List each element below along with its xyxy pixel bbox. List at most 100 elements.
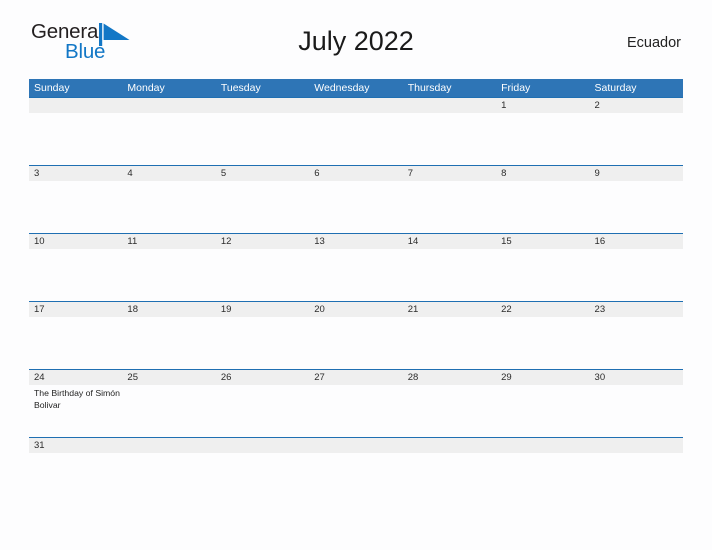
- day-number-cell[interactable]: 13: [309, 234, 402, 249]
- weekday-header-friday: Friday: [501, 82, 531, 94]
- day-number-cell-empty: [403, 438, 496, 453]
- day-number-cell-empty: [590, 438, 683, 453]
- day-number-cell[interactable]: 12: [216, 234, 309, 249]
- day-number-cell-empty: [403, 98, 496, 113]
- day-number-band: 24 25 26 27 28 29 30: [29, 370, 683, 385]
- weekday-header-tuesday: Tuesday: [220, 82, 261, 94]
- day-number-cell[interactable]: 31: [29, 438, 122, 453]
- weekday-header-row: Sunday Monday Tuesday Wednesday Thursday Frid…: [29, 79, 683, 97]
- weekday-header-monday: Monday: [127, 82, 165, 94]
- day-event-cell-empty: [216, 249, 309, 301]
- day-event-cell-empty: [496, 453, 589, 456]
- day-event-cell-empty: [496, 181, 589, 233]
- day-event-cell-empty: [403, 249, 496, 301]
- page-title: July 2022: [298, 26, 414, 56]
- day-number-cell[interactable]: 9: [590, 166, 683, 181]
- day-event-cell-empty: [122, 249, 215, 301]
- day-event-cell-empty: [29, 181, 122, 233]
- day-number-cell-empty: [29, 98, 122, 113]
- weekday-header-wednesday: Wednesday: [314, 82, 370, 94]
- day-number-cell-empty: [122, 438, 215, 453]
- day-number-cell[interactable]: 22: [496, 302, 589, 317]
- day-number-cell[interactable]: 10: [29, 234, 122, 249]
- day-number-cell[interactable]: 6: [309, 166, 402, 181]
- day-event-cell-empty: [496, 385, 589, 437]
- day-number-cell[interactable]: 18: [122, 302, 215, 317]
- calendar-weeks: 1 2 3 4 5 6 7 8 9 10 11 12 13 14 15 16 17 18 19 20 21 22 23 24 2…: [29, 97, 683, 453]
- day-number-cell[interactable]: 26: [216, 370, 309, 385]
- day-number-cell[interactable]: 29: [496, 370, 589, 385]
- day-number-cell-empty: [216, 98, 309, 113]
- day-number-cell[interactable]: 7: [403, 166, 496, 181]
- day-number-cell[interactable]: 28: [403, 370, 496, 385]
- calendar-grid: Sunday Monday Tuesday Wednesday Thursday Frid…: [29, 79, 683, 453]
- day-number-band: 31: [29, 438, 683, 453]
- day-number-band: 17 18 19 20 21 22 23: [29, 302, 683, 317]
- day-event-cell-empty: [29, 317, 122, 369]
- day-event-cell[interactable]: The Birthday of Simón Bolivar: [29, 385, 122, 437]
- day-event-cell-empty: [309, 181, 402, 233]
- calendar-week-row: 10 11 12 13 14 15 16: [29, 233, 683, 301]
- day-number-cell-empty: [496, 438, 589, 453]
- day-event-cell-empty: [496, 113, 589, 165]
- day-event-area: [29, 181, 683, 233]
- day-event-cell-empty: [122, 317, 215, 369]
- day-event-area: [29, 317, 683, 369]
- calendar-week-row: 3456789: [29, 165, 683, 233]
- day-event-cell-empty: [216, 113, 309, 165]
- day-number-cell[interactable]: 4: [122, 166, 215, 181]
- day-event-cell-empty: [403, 181, 496, 233]
- day-event-cell-empty: [590, 181, 683, 233]
- day-event-cell-empty: [309, 317, 402, 369]
- day-number-cell[interactable]: 20: [309, 302, 402, 317]
- day-number-cell[interactable]: 16: [590, 234, 683, 249]
- day-event-cell-empty: [29, 249, 122, 301]
- day-event-cell-empty: [403, 113, 496, 165]
- day-event-cell-empty: [309, 385, 402, 437]
- day-event-cell-empty: [122, 113, 215, 165]
- day-number-cell[interactable]: 3: [29, 166, 122, 181]
- day-event-cell-empty: [216, 317, 309, 369]
- country-label: Ecuador: [626, 35, 681, 51]
- day-event-cell-empty: [29, 453, 122, 456]
- day-event-cell-empty: [590, 385, 683, 437]
- calendar-week-row: 12: [29, 97, 683, 165]
- day-number-cell[interactable]: 25: [122, 370, 215, 385]
- day-number-cell[interactable]: 11: [122, 234, 215, 249]
- day-event-cell-empty: [122, 181, 215, 233]
- day-number-cell[interactable]: 24: [29, 370, 122, 385]
- day-event-cell-empty: [309, 249, 402, 301]
- day-event-cell-empty: [309, 113, 402, 165]
- day-number-cell[interactable]: 23: [590, 302, 683, 317]
- day-event-cell-empty: [216, 181, 309, 233]
- day-event-area: [29, 113, 683, 165]
- day-number-cell[interactable]: 2: [590, 98, 683, 113]
- day-number-cell[interactable]: 19: [216, 302, 309, 317]
- day-number-cell[interactable]: 21: [403, 302, 496, 317]
- day-event-cell-empty: [590, 249, 683, 301]
- calendar-week-row: 17 18 19 20 21 22 23: [29, 301, 683, 369]
- day-number-cell-empty: [309, 438, 402, 453]
- day-number-cell-empty: [216, 438, 309, 453]
- day-event-cell-empty: [496, 317, 589, 369]
- day-number-cell[interactable]: 17: [29, 302, 122, 317]
- day-number-cell[interactable]: 27: [309, 370, 402, 385]
- weekday-header-sunday: Sunday: [34, 82, 70, 94]
- day-number-band: 10 11 12 13 14 15 16: [29, 234, 683, 249]
- day-number-cell[interactable]: 1: [496, 98, 589, 113]
- day-event-cell-empty: [403, 453, 496, 456]
- day-number-cell[interactable]: 15: [496, 234, 589, 249]
- day-event-area: The Birthday of Simón Bolivar: [29, 385, 683, 437]
- day-number-cell[interactable]: 14: [403, 234, 496, 249]
- day-number-cell-empty: [309, 98, 402, 113]
- day-event-cell-empty: [403, 385, 496, 437]
- day-event-cell-empty: [590, 317, 683, 369]
- day-number-cell[interactable]: 5: [216, 166, 309, 181]
- day-event-cell-empty: [590, 113, 683, 165]
- day-event-cell-empty: [309, 453, 402, 456]
- day-number-cell[interactable]: 30: [590, 370, 683, 385]
- weekday-header-thursday: Thursday: [407, 82, 452, 94]
- day-event-cell-empty: [590, 453, 683, 456]
- day-number-cell[interactable]: 8: [496, 166, 589, 181]
- weekday-header-saturday: Saturday: [594, 82, 637, 94]
